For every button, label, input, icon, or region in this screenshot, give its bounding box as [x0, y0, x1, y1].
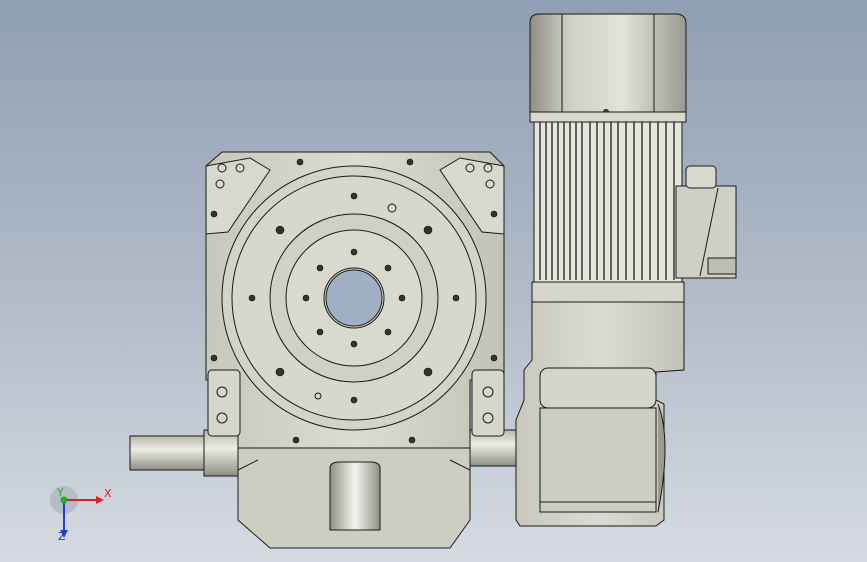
bolt-icon: [210, 354, 218, 362]
bolt-icon: [292, 436, 300, 444]
bolt-icon: [452, 294, 460, 302]
gear-reducer[interactable]: [515, 301, 685, 527]
bolt-icon: [302, 294, 310, 302]
bolt-icon: [275, 367, 285, 377]
motor-end-cap: [529, 13, 687, 113]
bolt-icon: [384, 328, 392, 336]
bolt-icon: [423, 367, 433, 377]
y-axis-label: Y: [56, 486, 64, 499]
bolt-icon: [350, 396, 358, 404]
bolt-icon: [398, 294, 406, 302]
left-shaft: [129, 435, 211, 471]
bolt-icon: [490, 210, 498, 218]
bolt-icon: [408, 436, 416, 444]
bolt-icon: [248, 294, 256, 302]
bolt-icon: [275, 225, 285, 235]
bolt-icon: [384, 264, 392, 272]
bolt-icon: [316, 264, 324, 272]
bolt-icon: [350, 192, 358, 200]
motor[interactable]: [529, 13, 737, 303]
bolt-icon: [210, 210, 218, 218]
cad-viewport[interactable]: X Y Z: [0, 0, 867, 562]
drain-cup: [329, 461, 381, 531]
bolt-icon: [406, 158, 414, 166]
x-axis-label: X: [104, 487, 112, 500]
model-canvas[interactable]: X Y Z: [0, 0, 867, 562]
bolt-icon: [350, 340, 358, 348]
bolt-icon: [423, 225, 433, 235]
bolt-icon: [490, 354, 498, 362]
bolt-icon: [316, 328, 324, 336]
z-axis-label: Z: [58, 530, 66, 543]
bolt-icon: [296, 158, 304, 166]
motor-fins: [533, 119, 683, 283]
bolt-icon: [350, 248, 358, 256]
rotary-table[interactable]: [221, 165, 487, 431]
motor-flange: [531, 281, 685, 303]
coordinate-triad: X Y Z: [50, 486, 112, 543]
